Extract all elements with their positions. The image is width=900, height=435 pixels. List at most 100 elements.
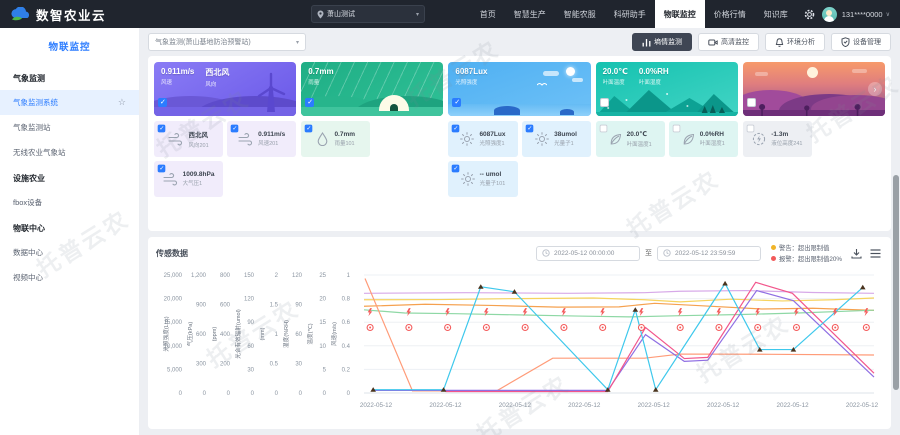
- topnav-item[interactable]: 物联监控: [655, 0, 705, 28]
- topnav-item[interactable]: 智能农服: [555, 0, 605, 28]
- sensor-tile: 1009.8hPa大气压1: [154, 161, 223, 197]
- svg-text:15: 15: [319, 320, 326, 326]
- svg-text:光合有效辐射(umol): 光合有效辐射(umol): [234, 309, 242, 359]
- sensor-value: 38umol: [554, 131, 577, 138]
- svg-text:0: 0: [251, 391, 255, 397]
- checkbox[interactable]: [452, 165, 460, 173]
- sensor-value: -- umol: [480, 171, 506, 178]
- star-icon[interactable]: ☆: [118, 98, 126, 107]
- svg-text:光照强度(Lux): 光照强度(Lux): [162, 316, 170, 351]
- checkbox[interactable]: [600, 98, 609, 107]
- leaf-icon: [609, 133, 622, 146]
- sidebar-item[interactable]: fbox设备: [0, 190, 139, 215]
- warning-bolt-icon: [864, 308, 869, 316]
- sidebar-section-header: 设施农业: [0, 165, 139, 190]
- svg-text:温度(℃): 温度(℃): [306, 323, 314, 344]
- svg-text:2022-05-12: 2022-05-12: [707, 402, 740, 409]
- checkbox[interactable]: [158, 125, 166, 133]
- svg-text:1.5: 1.5: [270, 303, 279, 309]
- sensor-value: -1.3m: [771, 131, 802, 138]
- topnav-item[interactable]: 科研助手: [605, 0, 655, 28]
- checkbox[interactable]: [525, 125, 533, 133]
- card-reading: 0.911m/s风速: [161, 67, 194, 88]
- bell-icon: [775, 37, 784, 47]
- reading-label: 叶面温度: [603, 78, 628, 86]
- sidebar-item[interactable]: 数据中心: [0, 240, 139, 265]
- warning-bolt-icon: [600, 308, 605, 316]
- sidebar-item-label: 无线农业气象站: [13, 147, 66, 158]
- topnav-item[interactable]: 智慧生产: [505, 0, 555, 28]
- green-line: [364, 310, 874, 317]
- svg-text:0: 0: [299, 391, 303, 397]
- checkbox[interactable]: [158, 98, 167, 107]
- checkbox[interactable]: [231, 125, 239, 133]
- sidebar-section-header: 气象监测: [0, 65, 139, 90]
- svg-text:25,000: 25,000: [164, 273, 183, 279]
- reading-label: 雨量: [308, 78, 333, 86]
- sidebar-item-label: 气象监测系统: [13, 97, 58, 108]
- download-icon[interactable]: [851, 248, 862, 259]
- sensor-label: 风速201: [258, 139, 285, 147]
- svg-text:0.8: 0.8: [342, 297, 351, 303]
- user-chevron-down-icon[interactable]: ∨: [886, 11, 890, 18]
- purple-line: [372, 291, 874, 391]
- topnav-item[interactable]: 价格行情: [705, 0, 755, 28]
- sidebar-item[interactable]: 无线农业气象站: [0, 140, 139, 165]
- svg-text:0: 0: [203, 391, 207, 397]
- sidebar-item[interactable]: 气象监测系统 ☆: [0, 90, 139, 115]
- device-select[interactable]: 气象监测(萧山基地防治预警站) ▾: [148, 33, 306, 51]
- svg-text:60: 60: [295, 332, 302, 338]
- topnav-item[interactable]: 首页: [471, 0, 505, 28]
- date-to-input[interactable]: 2022-05-12 23:59:59: [657, 246, 761, 261]
- scrollbar[interactable]: [893, 175, 899, 390]
- sensor-value: 6087Lux: [479, 131, 505, 138]
- sun-icon: [460, 132, 474, 146]
- checkbox[interactable]: [305, 125, 313, 133]
- checkbox[interactable]: [158, 165, 166, 173]
- warning-bolt-icon: [368, 308, 373, 316]
- list-menu-icon[interactable]: [870, 249, 881, 258]
- toolbar-button[interactable]: 墒情监测: [632, 33, 692, 51]
- svg-text:800: 800: [220, 273, 231, 279]
- card-reading: 20.0℃叶面温度: [603, 67, 628, 86]
- svg-text:2022-05-12: 2022-05-12: [499, 402, 532, 409]
- toolbar-button[interactable]: 环境分析: [765, 33, 825, 51]
- clock-icon: [663, 249, 671, 257]
- sensor-value: 0.0%RH: [700, 131, 725, 138]
- svg-text:0.2: 0.2: [342, 367, 351, 373]
- svg-text:90: 90: [295, 303, 302, 309]
- warning-bolt-icon: [484, 308, 489, 316]
- svg-text:(ppm): (ppm): [212, 327, 218, 342]
- svg-text:30: 30: [295, 362, 302, 368]
- avatar[interactable]: [822, 7, 837, 22]
- toolbar-button[interactable]: 设备管理: [831, 33, 891, 51]
- svg-text:2022-05-12: 2022-05-12: [429, 402, 462, 409]
- carousel-next-icon[interactable]: ›: [868, 82, 882, 96]
- sensor-tile: -1.3m液位高度241: [743, 121, 812, 157]
- sensor-label: 光照强度1: [479, 139, 505, 147]
- toolbar-button[interactable]: 高清监控: [698, 33, 759, 51]
- checkbox[interactable]: [672, 125, 680, 133]
- user-phone[interactable]: 131****0000: [842, 10, 883, 19]
- sidebar-item[interactable]: 视频中心: [0, 265, 139, 290]
- checkbox[interactable]: [747, 98, 756, 107]
- checkbox[interactable]: [452, 98, 461, 107]
- settings-gear-icon[interactable]: [804, 9, 815, 20]
- reading-label: 风速: [161, 78, 194, 86]
- svg-text:0.5: 0.5: [270, 362, 279, 368]
- location-value: 萧山测试: [327, 9, 355, 19]
- sidebar-item[interactable]: 气象监测站: [0, 115, 139, 140]
- checkbox[interactable]: [746, 125, 754, 133]
- topnav-item[interactable]: 知识库: [755, 0, 797, 28]
- svg-text:30: 30: [247, 367, 254, 373]
- sun-icon: [461, 172, 475, 186]
- checkbox[interactable]: [599, 125, 607, 133]
- location-select[interactable]: 萧山测试 ▾: [311, 5, 425, 23]
- checkbox[interactable]: [305, 98, 314, 107]
- svg-text:1: 1: [275, 332, 279, 338]
- shield-icon: [841, 37, 850, 47]
- chart-legend: 警告：超出限制值报警：超出限制值20%: [771, 243, 842, 263]
- date-from-input[interactable]: 2022-05-12 00:00:00: [536, 246, 640, 261]
- sidebar-item-label: fbox设备: [13, 197, 42, 208]
- checkbox[interactable]: [452, 125, 460, 133]
